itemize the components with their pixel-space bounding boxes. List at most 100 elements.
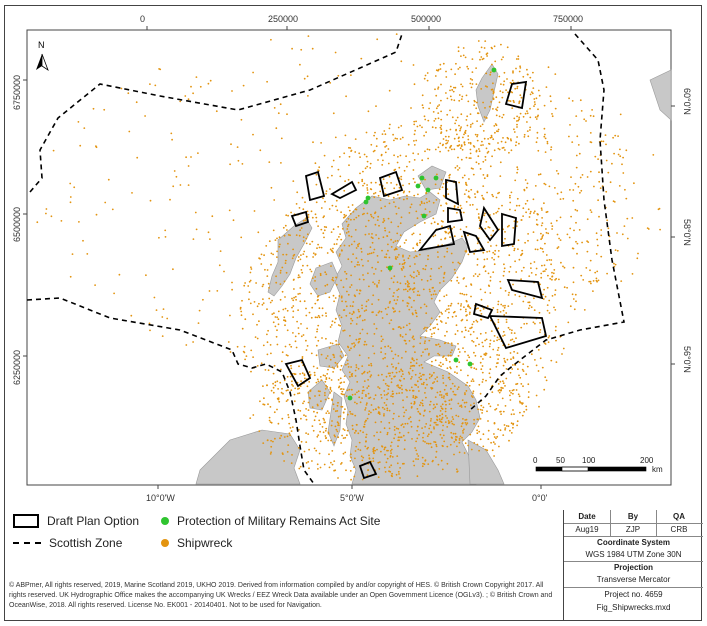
shipwreck-marker [311, 277, 314, 279]
shipwreck-marker [440, 178, 443, 181]
shipwreck-marker [535, 97, 538, 100]
divider [610, 510, 611, 536]
file-name: Fig_Shipwrecks.mxd [596, 603, 671, 612]
shipwreck-marker [350, 218, 352, 221]
shipwreck-marker [424, 348, 427, 351]
shipwreck-marker [400, 327, 402, 330]
shipwreck-marker [577, 185, 580, 188]
shipwreck-marker [519, 401, 522, 404]
shipwreck-marker [305, 462, 308, 464]
shipwreck-marker [557, 172, 560, 175]
shipwreck-marker [462, 432, 464, 434]
shipwreck-marker [377, 159, 379, 161]
shipwreck-marker [350, 274, 352, 277]
shipwreck-marker [393, 437, 395, 440]
shipwreck-marker [415, 120, 417, 123]
shipwreck-marker [576, 252, 578, 255]
shipwreck-marker [516, 171, 518, 174]
shipwreck-marker [368, 410, 371, 412]
shipwreck-marker [253, 210, 256, 212]
shipwreck-marker [394, 205, 397, 208]
shipwreck-marker [482, 433, 485, 436]
shipwreck-marker [514, 87, 517, 90]
shipwreck-marker [268, 297, 271, 300]
shipwreck-marker [289, 434, 291, 437]
shipwreck-marker [335, 199, 338, 202]
shipwreck-marker [418, 271, 420, 274]
shipwreck-marker [128, 130, 131, 133]
shipwreck-marker [330, 231, 333, 234]
shipwreck-marker [266, 275, 269, 277]
shipwreck-marker [365, 440, 367, 442]
shipwreck-marker [488, 402, 490, 405]
shipwreck-marker [307, 35, 310, 37]
shipwreck-marker [420, 363, 423, 366]
shipwreck-marker [507, 425, 510, 428]
shipwreck-marker [437, 69, 439, 72]
shipwreck-marker [546, 140, 549, 143]
shipwreck-marker [355, 216, 358, 219]
shipwreck-marker [339, 368, 342, 371]
shipwreck-marker [195, 76, 198, 78]
shipwreck-marker [297, 332, 300, 335]
shipwreck-marker [272, 391, 275, 394]
shipwreck-marker [339, 377, 342, 380]
shipwreck-marker [353, 432, 356, 434]
shipwreck-marker [331, 342, 334, 345]
shipwreck-marker [541, 248, 544, 250]
shipwreck-marker [285, 400, 288, 402]
shipwreck-marker [476, 134, 479, 136]
shipwreck-marker [396, 239, 399, 242]
shipwreck-marker [546, 309, 549, 312]
shipwreck-marker [229, 351, 232, 353]
shipwreck-marker [600, 255, 603, 258]
shipwreck-marker [370, 143, 373, 146]
shipwreck-marker [300, 227, 303, 229]
shipwreck-marker [447, 193, 450, 196]
shipwreck-marker [231, 288, 234, 291]
shipwreck-marker [556, 233, 559, 236]
shipwreck-marker [424, 459, 427, 462]
shipwreck-marker [489, 73, 492, 76]
shipwreck-marker [457, 50, 460, 53]
shipwreck-marker [373, 323, 376, 325]
shipwreck-marker [416, 429, 418, 432]
shipwreck-marker [409, 297, 412, 299]
shipwreck-marker [496, 435, 499, 438]
shipwreck-marker [513, 350, 515, 353]
shipwreck-marker [499, 429, 502, 432]
shipwreck-marker [442, 210, 445, 212]
shipwreck-marker [409, 265, 411, 268]
shipwreck-marker [545, 86, 548, 88]
shipwreck-marker [407, 143, 410, 146]
shipwreck-marker [376, 255, 379, 257]
shipwreck-marker [413, 194, 416, 197]
shipwreck-marker [449, 89, 451, 92]
shipwreck-marker [317, 225, 319, 228]
shipwreck-marker [547, 66, 550, 69]
shipwreck-marker [281, 360, 283, 363]
shipwreck-marker [303, 450, 306, 453]
shipwreck-marker [322, 417, 325, 420]
shipwreck-marker [278, 400, 281, 403]
shipwreck-marker [550, 146, 553, 149]
shipwreck-marker [446, 250, 449, 253]
shipwreck-marker [531, 80, 534, 82]
shipwreck-marker [495, 407, 498, 410]
shipwreck-marker [518, 102, 520, 104]
shipwreck-marker [530, 91, 533, 93]
shipwreck-marker [324, 398, 327, 401]
shipwreck-marker [299, 258, 302, 261]
shipwreck-marker [554, 187, 556, 189]
shipwreck-marker [154, 84, 157, 87]
shipwreck-marker [344, 270, 346, 273]
shipwreck-marker [372, 216, 375, 219]
shipwreck-marker [383, 414, 385, 417]
shipwreck-marker [342, 388, 345, 391]
shipwreck-marker [426, 79, 429, 82]
shipwreck-marker [465, 308, 467, 311]
shipwreck-marker [461, 292, 464, 295]
shipwreck-marker [383, 187, 386, 190]
shipwreck-marker [430, 418, 432, 420]
shipwreck-marker [450, 279, 453, 282]
